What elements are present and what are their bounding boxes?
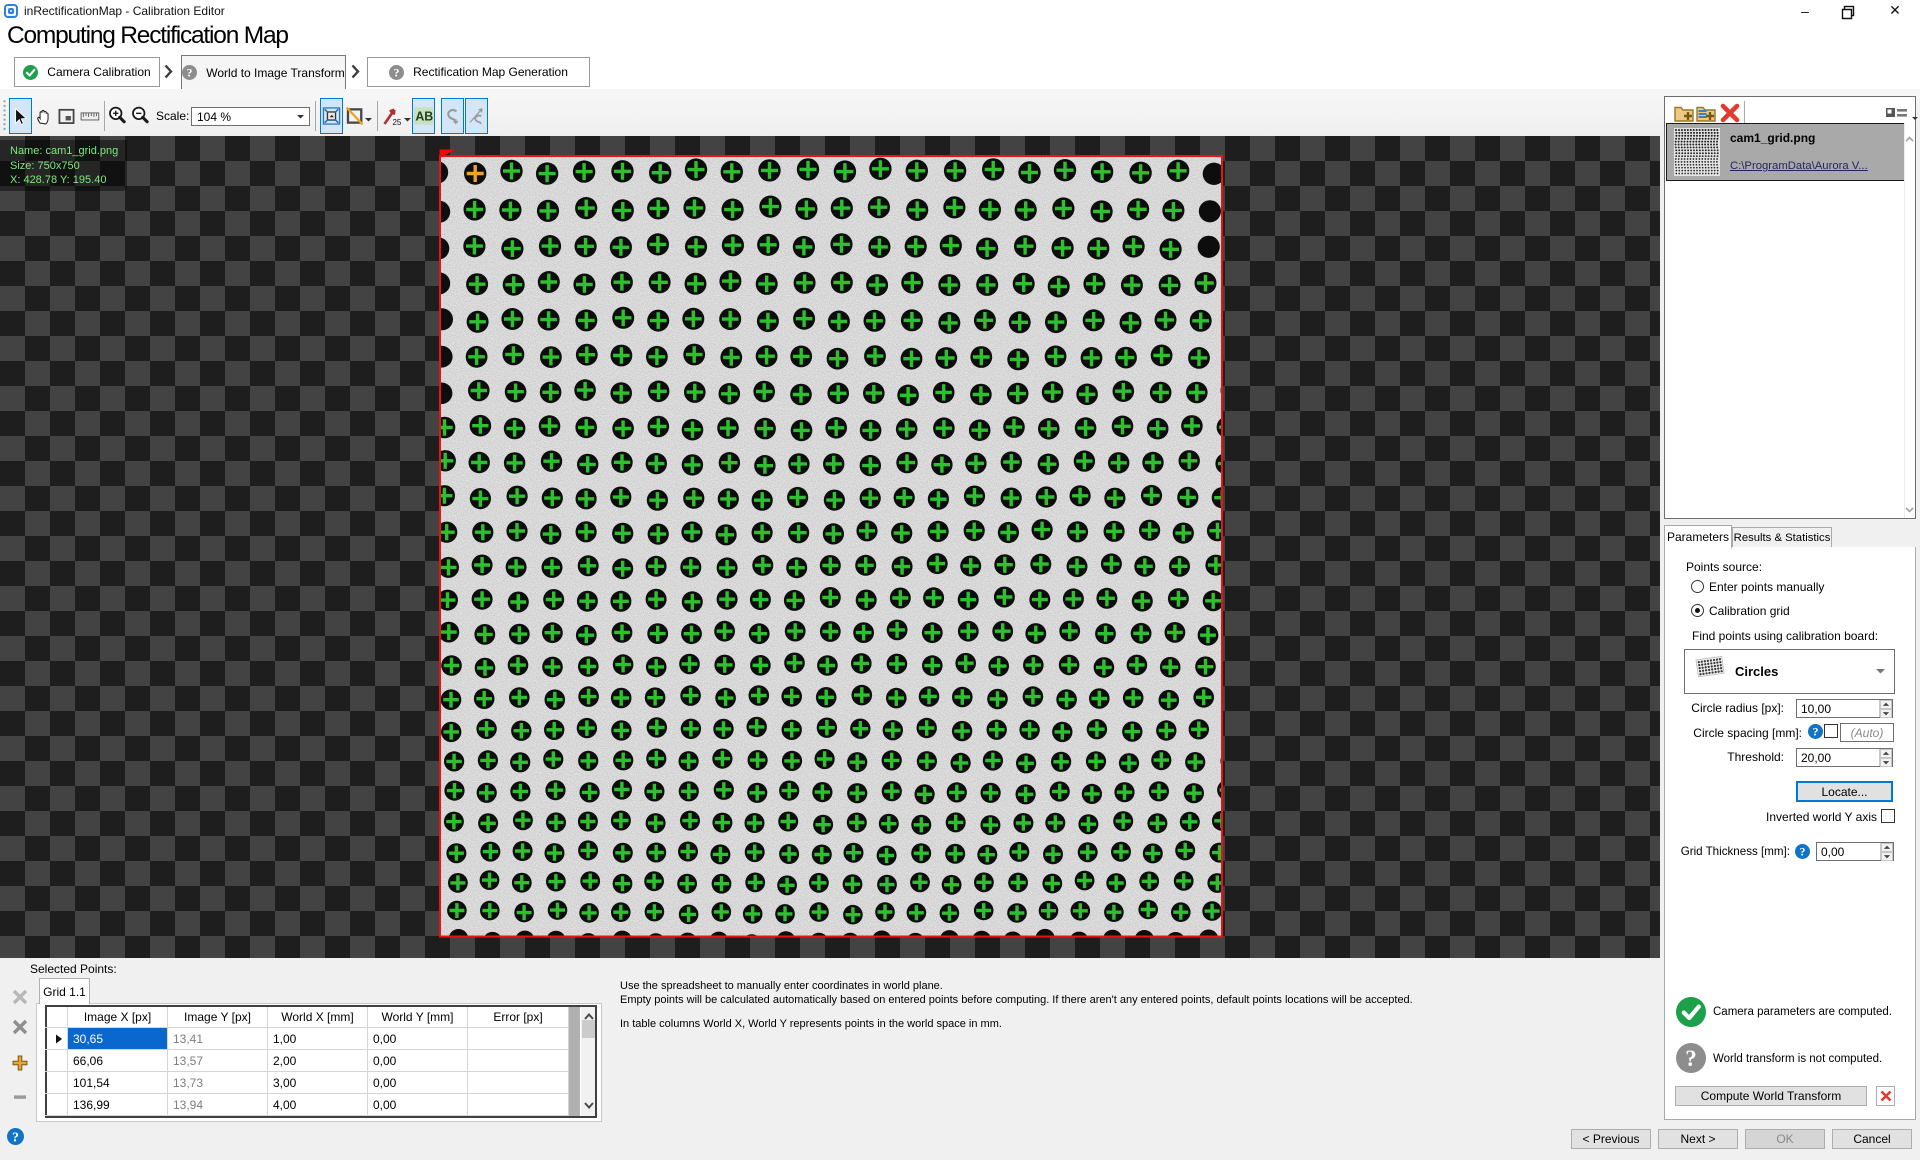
svg-text:AB: AB xyxy=(415,110,433,124)
svg-text:?: ? xyxy=(12,1130,19,1145)
svg-text:?: ? xyxy=(1800,845,1806,859)
svg-text:?: ? xyxy=(1685,1046,1697,1071)
svg-text:?: ? xyxy=(1813,725,1819,739)
svg-text:?: ? xyxy=(394,65,400,79)
svg-text:?: ? xyxy=(187,65,193,79)
svg-text:25: 25 xyxy=(393,118,402,127)
